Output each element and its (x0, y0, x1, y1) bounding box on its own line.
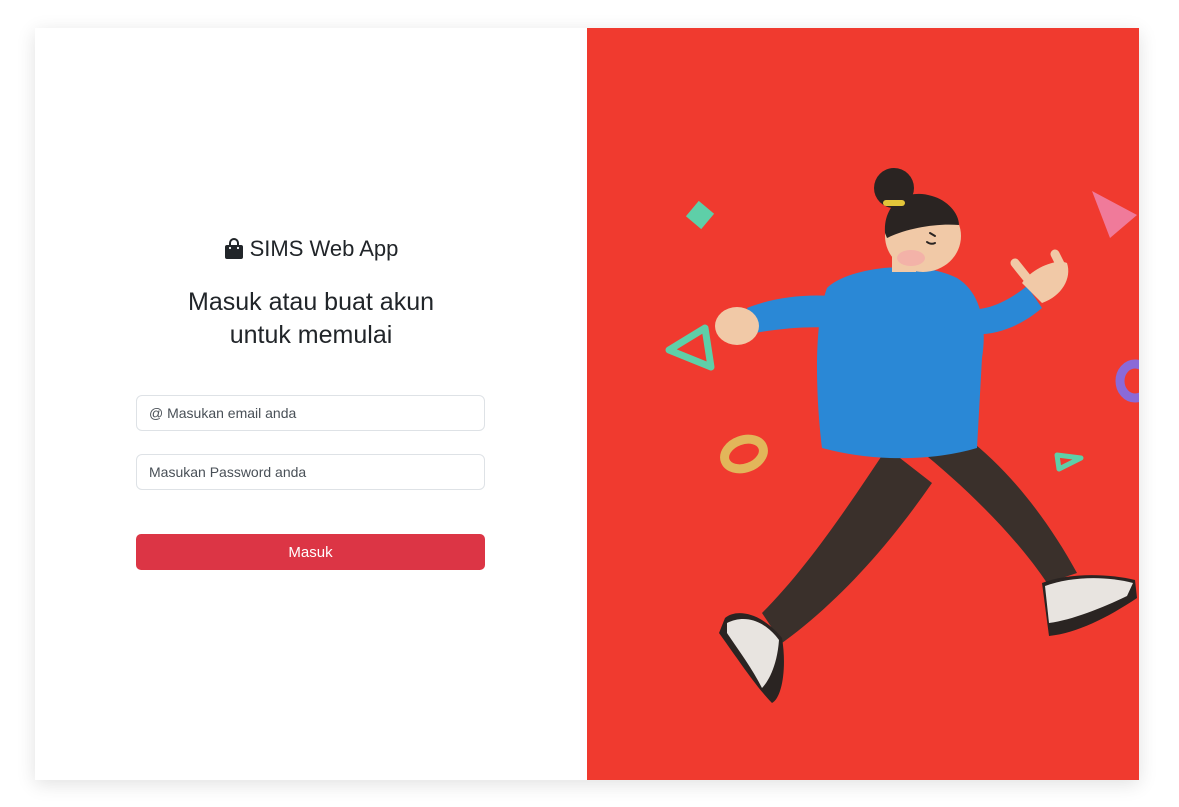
page-title-line-2: untuk memulai (229, 321, 393, 349)
back-leg (762, 448, 932, 643)
page-title: Masuk atau buat akun untuk memulai (35, 286, 587, 352)
green-diamond-shape (685, 200, 715, 230)
gold-ring-shape (720, 434, 768, 474)
shopping-bag-icon (224, 238, 244, 260)
front-leg (917, 438, 1077, 583)
brand: SIMS Web App (35, 236, 587, 262)
login-card: SIMS Web App Masuk atau buat akun untuk … (35, 28, 1139, 780)
walking-person-illustration (665, 168, 1139, 703)
hair-tie (883, 200, 905, 206)
purple-ring-shape (1115, 359, 1139, 403)
small-triangle-outline-shape (1054, 452, 1084, 472)
email-field[interactable] (136, 395, 485, 431)
login-panel: SIMS Web App Masuk atau buat akun untuk … (35, 28, 587, 780)
blue-sweater (817, 267, 984, 459)
cheek (897, 250, 925, 266)
hero-panel (587, 28, 1139, 780)
green-triangle-outline-shape (665, 324, 715, 371)
login-button[interactable]: Masuk (136, 534, 485, 570)
app-title: SIMS Web App (249, 236, 399, 261)
page-title-line-1: Masuk atau buat akun (188, 288, 434, 316)
password-field[interactable] (136, 454, 485, 490)
pink-triangle-shape (1092, 191, 1137, 238)
back-hand (715, 307, 759, 345)
